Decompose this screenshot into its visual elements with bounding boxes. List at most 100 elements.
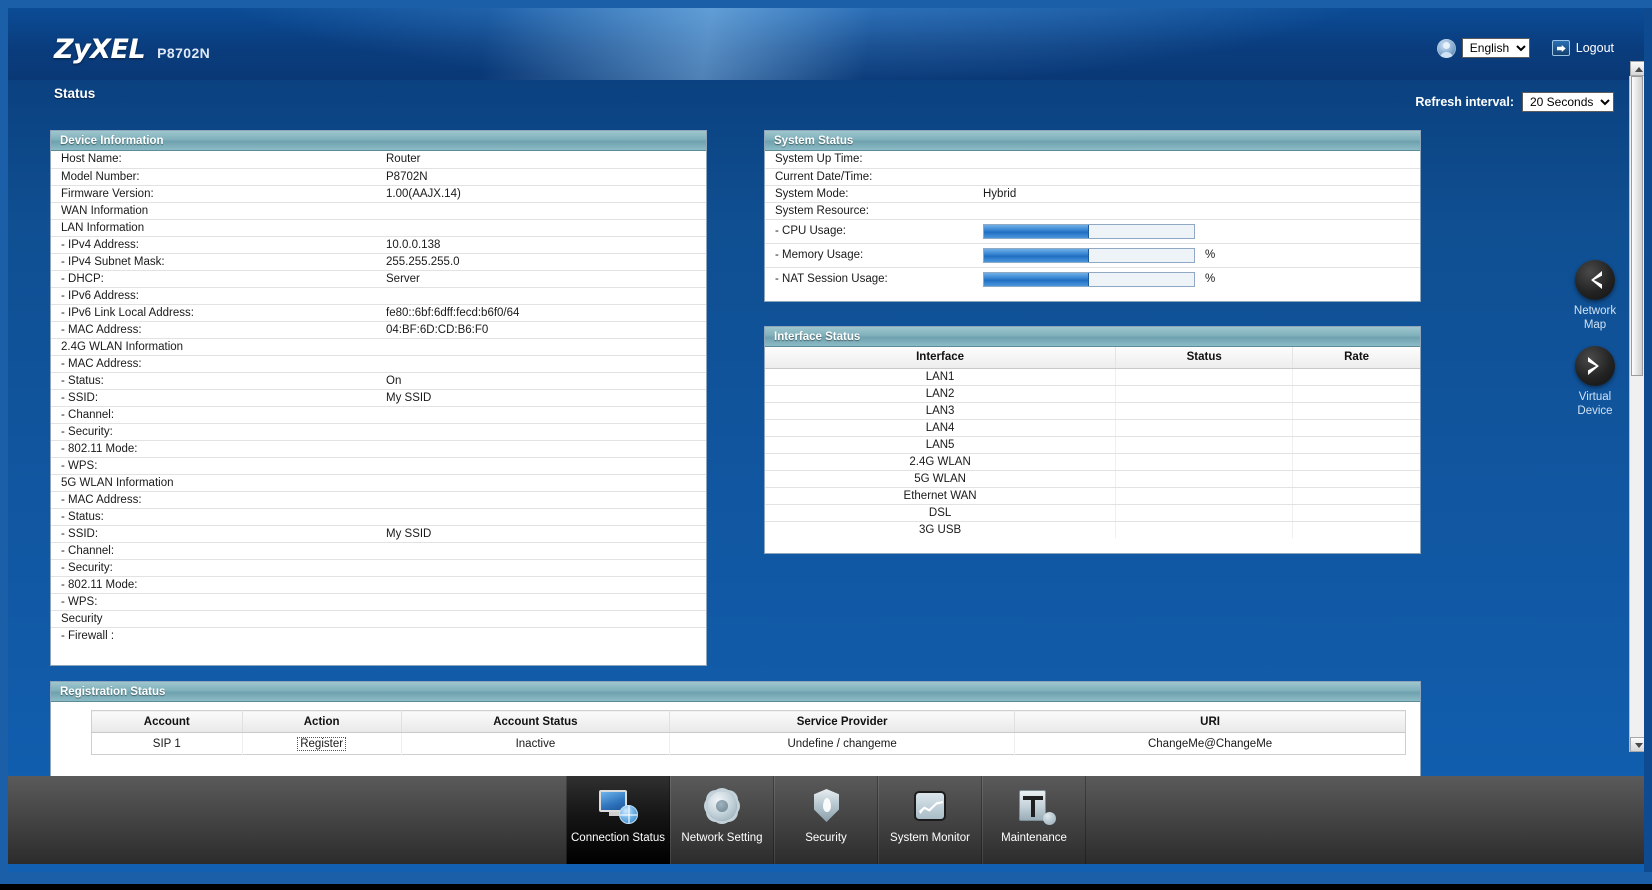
window-frame-top (0, 0, 1652, 8)
window-frame-left (0, 0, 8, 890)
nav-item-maintenance[interactable]: Maintenance (982, 776, 1086, 864)
interface-name: LAN4 (765, 419, 1117, 437)
page-header: ZyXEL P8702N English Logout (8, 8, 1644, 80)
device-info-label: - Firewall : (61, 629, 115, 642)
nav-item-label: Network Setting (681, 832, 763, 844)
language-select[interactable]: English (1461, 38, 1530, 58)
scroll-down-arrow-icon[interactable] (1630, 737, 1644, 752)
device-info-value: My SSID (386, 389, 706, 407)
device-info-label: Security (51, 610, 386, 628)
device-info-row: - Status: (51, 508, 706, 526)
bottom-navigation: Connection Status Network Setting Security… (8, 776, 1644, 864)
device-info-row: - IPv4 Subnet Mask: 255.255.255.0 (51, 253, 706, 271)
registration-column-header: Action (242, 710, 402, 733)
device-information-panel: Device Information Host Name: Router Model… (50, 130, 707, 666)
shield-shape (814, 789, 839, 822)
scroll-up-arrow-icon[interactable] (1630, 61, 1644, 76)
interface-status-row: LAN2 (765, 385, 1420, 403)
interface-state (1115, 385, 1294, 403)
virtual-device-button[interactable]: Virtual Device (1558, 346, 1632, 418)
sip-account: SIP 1 (91, 732, 243, 755)
nav-item-network-setting[interactable]: Network Setting (670, 776, 774, 864)
scrollbar-thumb[interactable] (1631, 76, 1643, 376)
usage-progress-fill (984, 248, 1089, 262)
device-info-value (386, 627, 706, 644)
header-swoosh-decoration (182, 8, 1194, 80)
registration-status-header: Registration Status (51, 682, 1420, 702)
network-map-button[interactable]: Network Map (1558, 260, 1632, 332)
device-info-value (386, 423, 706, 441)
device-info-row: Host Name: Router (51, 151, 706, 169)
registration-column-header: Account Status (401, 710, 671, 733)
page-title: Status (54, 86, 96, 101)
interface-state (1115, 419, 1294, 437)
nav-item-system-monitor[interactable]: System Monitor (878, 776, 982, 864)
device-info-label: - 802.11 Mode: (51, 440, 386, 458)
interface-rate (1292, 487, 1420, 505)
device-info-row: WAN Information (51, 202, 706, 220)
device-info-value (386, 202, 706, 220)
device-info-row: 5G WLAN Information (51, 474, 706, 492)
system-status-row: System Mode: Hybrid (765, 185, 1420, 203)
device-info-value (386, 593, 706, 611)
sip-service-provider: Undefine / changeme (669, 732, 1016, 755)
interface-rate (1292, 436, 1420, 454)
interface-column-header: Rate (1292, 347, 1420, 369)
nav-item-connection-status[interactable]: Connection Status (566, 776, 670, 864)
device-information-header: Device Information (51, 131, 706, 151)
gauge-label: - CPU Usage: (765, 219, 983, 244)
nav-item-security[interactable]: Security (774, 776, 878, 864)
interface-column-header: Status (1115, 347, 1294, 369)
system-status-row: Current Date/Time: (765, 168, 1420, 186)
interface-status-row: LAN1 (765, 368, 1420, 386)
logout-button[interactable]: Logout (1551, 40, 1614, 56)
monitor-globe-icon (598, 786, 638, 826)
registration-column-header: URI (1014, 710, 1406, 733)
page-scrollbar[interactable] (1629, 61, 1644, 752)
router-admin-page: ZyXEL P8702N English Logout Status Refre… (8, 8, 1644, 872)
device-info-value (386, 406, 706, 424)
device-information-table: Host Name: Router Model Number: P8702N Firmw… (51, 151, 706, 644)
device-info-value (386, 219, 706, 237)
device-info-row: - 802.11 Mode: (51, 576, 706, 594)
device-info-value (386, 457, 706, 475)
device-info-value (386, 474, 706, 492)
device-info-row: - Status: On (51, 372, 706, 390)
device-info-row: Firmware Version: 1.00(AAJX.14) (51, 185, 706, 203)
usage-progress-bar (983, 223, 1195, 239)
interface-rate (1292, 453, 1420, 471)
usage-unit: % (1205, 249, 1216, 261)
device-info-value (386, 610, 706, 628)
refresh-interval-select[interactable]: 20 Seconds (1522, 92, 1614, 112)
device-info-label: - IPv4 Subnet Mask: (51, 253, 386, 271)
interface-rate (1292, 402, 1420, 420)
device-info-row: - Channel: (51, 542, 706, 560)
screen: ZyXEL P8702N English Logout Status Refre… (0, 0, 1652, 890)
register-link[interactable]: Register (297, 736, 347, 751)
usage-unit: % (1205, 273, 1216, 286)
system-status-value (983, 168, 1420, 186)
interface-name: LAN1 (765, 368, 1117, 386)
system-status-title: System Status (774, 134, 854, 147)
device-info-row: - Security: (51, 559, 706, 577)
interface-rate (1293, 521, 1420, 538)
interface-name: 5G WLAN (765, 470, 1117, 488)
nav-item-label: Security (805, 832, 847, 844)
system-status-label: System Up Time: (765, 151, 983, 169)
interface-name: 2.4G WLAN (765, 453, 1117, 471)
system-status-panel: System Status System Up Time: Current Dat… (764, 130, 1421, 302)
logout-icon (1551, 40, 1570, 56)
system-status-header: System Status (765, 131, 1420, 151)
refresh-interval-control: Refresh interval: 20 Seconds (1415, 92, 1614, 112)
interface-status-row: LAN5 (765, 436, 1420, 454)
device-info-label: - Channel: (51, 542, 386, 560)
interface-status-panel: Interface Status Interface Status Rate LAN… (764, 326, 1421, 554)
device-info-label: - MAC Address: (51, 355, 386, 373)
device-info-row: LAN Information (51, 219, 706, 237)
interface-rate (1292, 368, 1420, 386)
device-info-label: LAN Information (51, 219, 386, 237)
system-status-value (983, 151, 1420, 169)
system-status-body: System Up Time: Current Date/Time: System … (765, 151, 1420, 291)
registration-status-title: Registration Status (60, 685, 166, 698)
device-info-value (386, 559, 706, 577)
